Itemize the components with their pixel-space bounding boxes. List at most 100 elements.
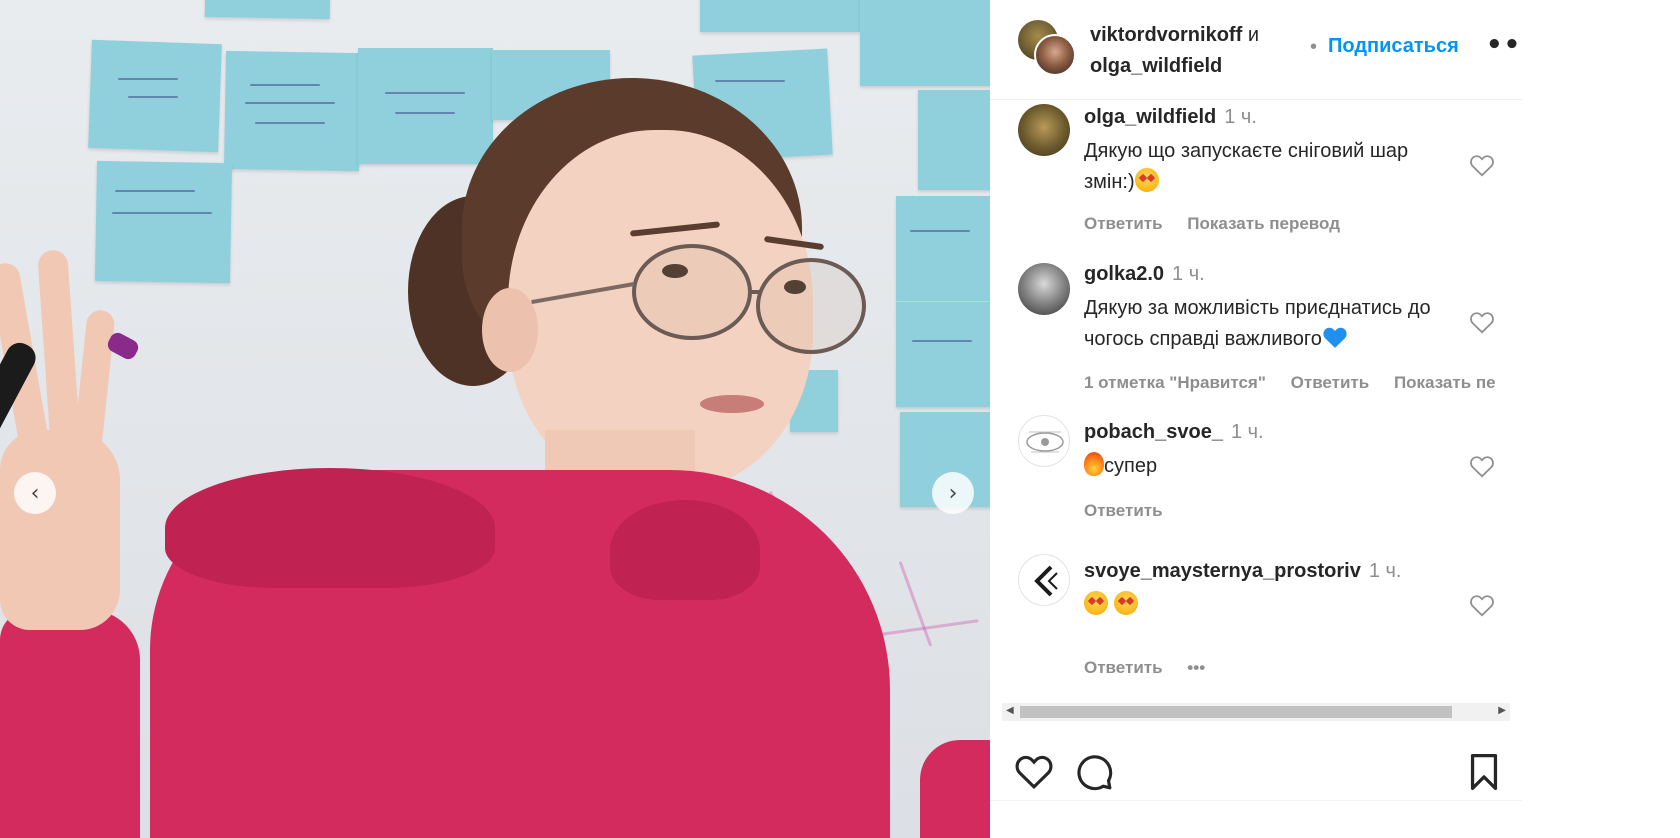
like-comment-button[interactable]	[1468, 152, 1496, 180]
comment-button[interactable]	[1074, 752, 1114, 792]
reply-button[interactable]: Ответить	[1084, 501, 1163, 520]
save-button[interactable]	[1464, 752, 1504, 792]
comment-text	[1084, 590, 1464, 621]
like-comment-button[interactable]	[1468, 592, 1496, 620]
hand	[0, 430, 120, 630]
chevron-left-icon: ‹	[30, 480, 40, 506]
follow-button[interactable]: Подписаться	[1328, 35, 1459, 58]
sticky-note	[918, 90, 990, 190]
glasses-lens	[632, 244, 752, 340]
avatar[interactable]	[1034, 34, 1076, 76]
author-username[interactable]: olga_wildfield	[1090, 55, 1222, 77]
comment-username[interactable]: pobach_svoe_ 1 ч.	[1084, 421, 1264, 444]
like-comment-button[interactable]	[1468, 453, 1496, 481]
post-side-panel: viktordvornikoff и olga_wildfield • Подп…	[990, 0, 1538, 838]
blue-heart-emoji-icon	[1322, 325, 1348, 349]
hoodie-sleeve	[920, 740, 990, 838]
carousel-next-button[interactable]: ›	[932, 472, 974, 514]
heart-outline-icon	[1470, 455, 1494, 478]
avatar[interactable]	[1018, 554, 1070, 606]
author-avatars[interactable]	[1018, 20, 1076, 78]
marker-line	[898, 560, 933, 647]
ear	[482, 288, 538, 372]
horizontal-scrollbar[interactable]: ◀ ▶	[1002, 703, 1510, 721]
comment-more-options-icon[interactable]: •••	[1187, 658, 1205, 677]
scrollbar-thumb[interactable]	[1020, 706, 1452, 718]
page-margin	[1522, 0, 1680, 838]
handwriting	[128, 96, 178, 98]
heart-icon	[1015, 755, 1053, 790]
avatar[interactable]	[1018, 415, 1070, 467]
comment-time: 1 ч.	[1172, 263, 1205, 285]
chevron-right-icon: ›	[948, 480, 958, 506]
comment-item: golka2.0 1 ч. Дякую за можливість приєдна…	[990, 255, 1522, 405]
star-eyes-emoji-icon	[1113, 591, 1138, 615]
bookmark-icon	[1470, 754, 1498, 790]
lips	[700, 395, 764, 413]
sticky-note	[204, 0, 331, 20]
show-translation-button[interactable]: Показать пе	[1394, 373, 1496, 392]
avatar[interactable]	[1018, 263, 1070, 315]
sticky-note	[94, 160, 233, 284]
sticky-note	[700, 0, 860, 32]
avatar[interactable]	[1018, 104, 1070, 156]
post-action-bar	[990, 740, 1522, 800]
sticky-note	[860, 0, 990, 86]
comment-text: Дякую що запускаєте сніговий шар змін:)	[1084, 140, 1409, 193]
heart-outline-icon	[1470, 594, 1494, 617]
carousel-prev-button[interactable]: ‹	[14, 472, 56, 514]
comment-time: 1 ч.	[1368, 560, 1402, 582]
star-eyes-emoji-icon	[1084, 591, 1108, 615]
star-eyes-emoji-icon	[1134, 168, 1159, 192]
comment-username[interactable]: olga_wildfield 1 ч.	[1084, 106, 1257, 129]
sticky-note	[358, 48, 493, 164]
comment-item: olga_wildfield 1 ч. Дякую що запускаєте с…	[990, 100, 1522, 245]
fire-emoji-icon	[1084, 452, 1104, 476]
emblem-icon	[1026, 431, 1064, 453]
heart-outline-icon	[1470, 311, 1494, 334]
handwriting	[115, 190, 195, 192]
comment-item: pobach_svoe_ 1 ч. супер Ответить	[990, 413, 1522, 543]
comment-actions: 1 отметка "Нравится" Ответить Показать п…	[1084, 373, 1516, 393]
like-button[interactable]	[1014, 752, 1054, 792]
comment-text: супер	[1084, 451, 1464, 482]
glasses-bridge	[748, 290, 762, 294]
scroll-right-icon[interactable]: ▶	[1498, 705, 1506, 716]
handwriting	[715, 80, 785, 82]
comment-actions: Ответить •••	[1084, 658, 1225, 678]
hoodie-sleeve	[0, 610, 140, 838]
handwriting	[112, 212, 212, 214]
comments-list[interactable]: olga_wildfield 1 ч. Дякую що запускаєте с…	[990, 100, 1522, 700]
post-header: viktordvornikoff и olga_wildfield • Подп…	[990, 0, 1538, 100]
finger	[72, 308, 116, 462]
glasses-lens	[756, 258, 866, 354]
hoodie-hood	[610, 500, 760, 600]
comment-item: svoye_maysternya_prostoriv 1 ч. Ответить …	[990, 552, 1522, 692]
comment-username[interactable]: golka2.0 1 ч.	[1084, 263, 1205, 286]
handwriting	[250, 84, 320, 86]
handwriting	[118, 78, 178, 80]
post-authors: viktordvornikoff и olga_wildfield	[1090, 20, 1259, 82]
reply-button[interactable]: Ответить	[1084, 214, 1163, 233]
like-comment-button[interactable]	[1468, 309, 1496, 337]
handwriting	[910, 230, 970, 232]
comment-time: 1 ч.	[1224, 106, 1257, 128]
heart-outline-icon	[1470, 154, 1494, 177]
likes-count[interactable]: 1 отметка "Нравится"	[1084, 373, 1266, 392]
handwriting	[245, 102, 335, 104]
sticky-note	[896, 302, 990, 407]
brand-logo-icon	[1034, 565, 1058, 597]
comment-icon	[1077, 755, 1113, 791]
scroll-left-icon[interactable]: ◀	[1006, 705, 1014, 716]
sticky-note	[896, 196, 990, 301]
author-username[interactable]: viktordvornikoff	[1090, 24, 1242, 46]
comment-text: Дякую за можливість приєднатись до чогос…	[1084, 297, 1431, 350]
reply-button[interactable]: Ответить	[1084, 658, 1163, 677]
reply-button[interactable]: Ответить	[1291, 373, 1370, 392]
show-translation-button[interactable]: Показать перевод	[1187, 214, 1340, 233]
handwriting	[395, 112, 455, 114]
sticky-note	[223, 50, 362, 172]
comment-time: 1 ч.	[1230, 421, 1264, 443]
separator-dot: •	[1310, 36, 1318, 58]
comment-username[interactable]: svoye_maysternya_prostoriv 1 ч.	[1084, 560, 1401, 583]
